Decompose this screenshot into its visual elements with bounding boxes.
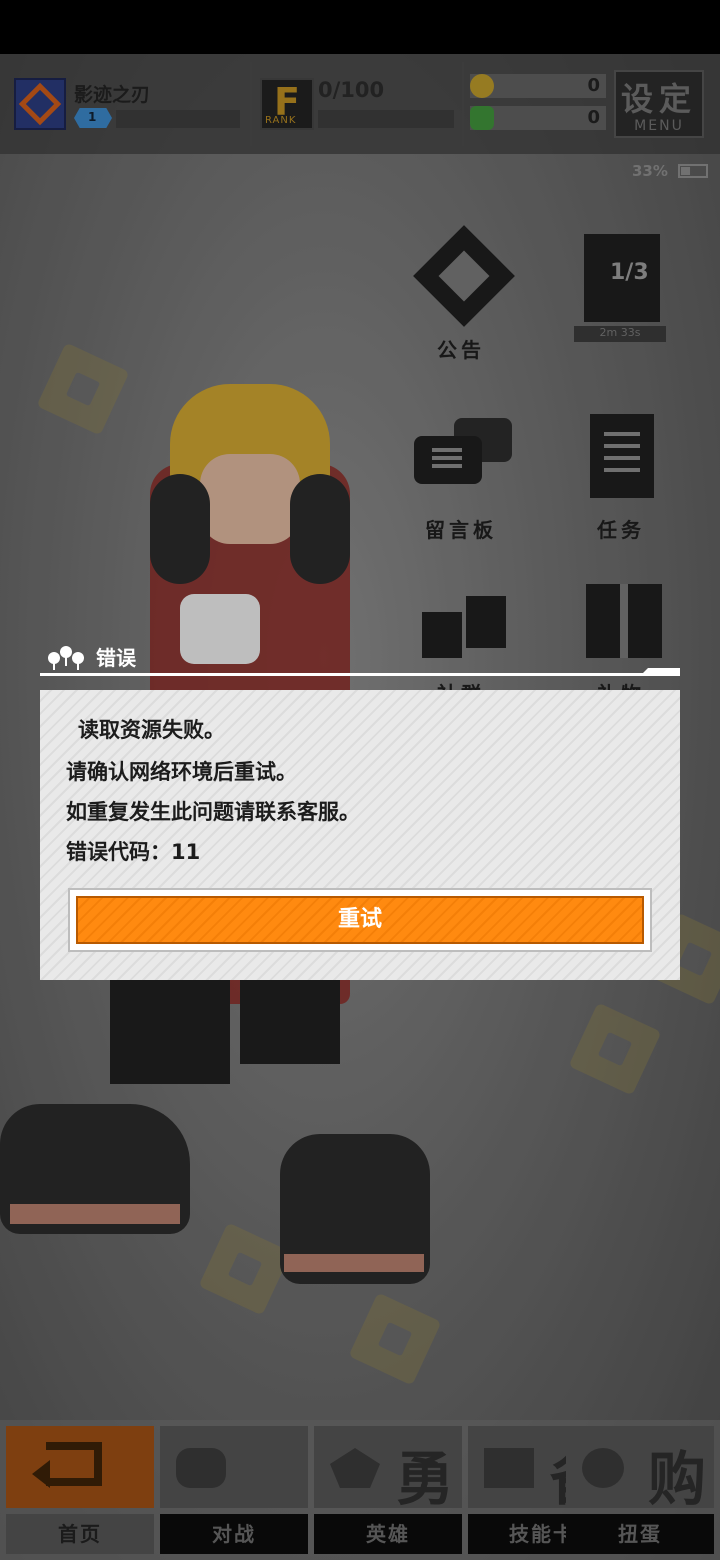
error-dots-icon: [46, 646, 90, 670]
system-status-bar: [0, 0, 720, 54]
retry-button[interactable]: 重试: [76, 896, 644, 944]
error-message-line: 如重复发生此问题请联系客服。: [66, 800, 360, 824]
retry-button-frame: 重试: [68, 888, 652, 952]
error-dialog: 读取资源失败。 请确认网络环境后重试。 如重复发生此问题请联系客服。 错误代码：…: [40, 690, 680, 980]
error-message-line: 请确认网络环境后重试。: [66, 760, 297, 784]
error-code: 错误代码：11: [66, 840, 201, 864]
error-message-line: 读取资源失败。: [78, 718, 225, 742]
dialog-title: 错误: [96, 646, 136, 670]
dialog-title-underline: [40, 673, 680, 676]
